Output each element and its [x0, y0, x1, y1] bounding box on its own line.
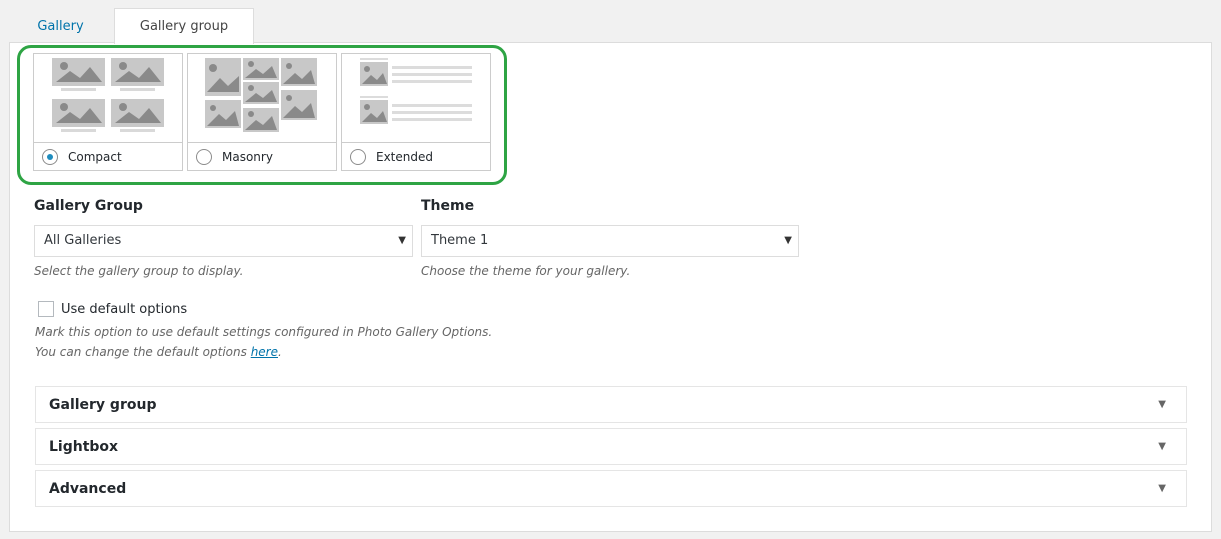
view-label-extended: Extended [376, 150, 433, 164]
extended-thumbnail-icon [360, 58, 472, 124]
gallery-group-select[interactable]: All Galleries ▼ [34, 225, 413, 257]
use-default-options-label[interactable]: Use default options [61, 302, 187, 317]
masonry-thumbnail-icon [205, 58, 317, 132]
section-title: Lightbox [49, 439, 119, 455]
view-radio-masonry[interactable] [196, 149, 212, 165]
view-label-row: Extended [342, 142, 490, 170]
tab-gallery[interactable]: Gallery [20, 8, 101, 43]
default-options-hint: You can change the default options here. [35, 345, 282, 359]
view-option-extended[interactable]: Extended [341, 53, 491, 171]
theme-select[interactable]: Theme 1 ▼ [421, 225, 799, 257]
caret-down-icon: ▼ [398, 235, 406, 246]
section-title: Gallery group [49, 397, 157, 413]
view-label-row: Masonry [188, 142, 336, 170]
default-options-hint-end: . [278, 345, 282, 359]
section-lightbox[interactable]: Lightbox ▼ [35, 428, 1187, 465]
gallery-group-select-value: All Galleries [44, 233, 122, 248]
default-options-hint-text: You can change the default options [35, 345, 251, 359]
default-options-description: Mark this option to use default settings… [35, 325, 493, 339]
section-title: Advanced [49, 481, 127, 497]
gallery-group-description: Select the gallery group to display. [34, 264, 244, 278]
view-label-compact: Compact [68, 150, 122, 164]
theme-title: Theme [421, 198, 475, 214]
section-advanced[interactable]: Advanced ▼ [35, 470, 1187, 507]
view-option-masonry[interactable]: Masonry [187, 53, 337, 171]
view-radio-extended[interactable] [350, 149, 366, 165]
use-default-options-checkbox[interactable] [38, 301, 54, 317]
theme-description: Choose the theme for your gallery. [421, 264, 631, 278]
view-label-masonry: Masonry [222, 150, 273, 164]
caret-down-icon: ▼ [784, 235, 792, 246]
view-label-row: Compact [34, 142, 182, 170]
theme-select-value: Theme 1 [431, 233, 489, 248]
settings-panel: Compact Masonry Extended Gallery Group A… [9, 42, 1212, 532]
triangle-down-icon: ▼ [1158, 399, 1166, 410]
default-options-link[interactable]: here [251, 345, 278, 359]
compact-thumbnail-icon [52, 58, 164, 132]
view-option-compact[interactable]: Compact [33, 53, 183, 171]
gallery-group-title: Gallery Group [34, 198, 143, 214]
section-gallery-group[interactable]: Gallery group ▼ [35, 386, 1187, 423]
triangle-down-icon: ▼ [1158, 483, 1166, 494]
triangle-down-icon: ▼ [1158, 441, 1166, 452]
view-radio-compact[interactable] [42, 149, 58, 165]
tab-gallery-group[interactable]: Gallery group [114, 8, 254, 44]
